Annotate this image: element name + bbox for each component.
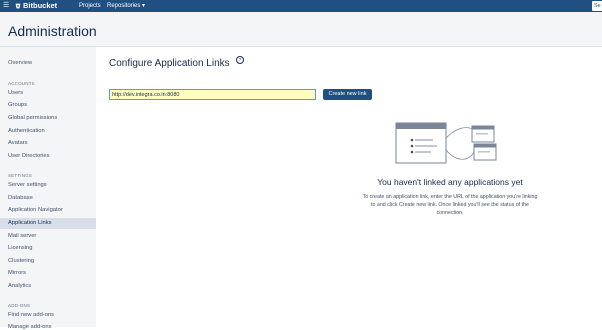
empty-state-description: To create an application link, enter the… xyxy=(362,194,538,216)
sidebar-item-analytics[interactable]: Analytics xyxy=(8,283,31,289)
sidebar-item-authentication[interactable]: Authentication xyxy=(8,128,45,134)
sidebar-item-application-navigator[interactable]: Application Navigator xyxy=(8,207,63,213)
sidebar-item-application-links[interactable]: Application Links xyxy=(8,220,52,226)
sidebar-item-overview[interactable]: Overview xyxy=(8,60,32,66)
link-curve-lower xyxy=(445,149,475,160)
sidebar-heading-add-ons: ADD-ONS xyxy=(8,303,31,308)
empty-state-title: You haven't linked any applications yet xyxy=(377,177,523,187)
sidebar-item-global-permissions[interactable]: Global permissions xyxy=(8,115,57,121)
menu-icon[interactable]: ☰ xyxy=(3,0,9,12)
application-url-input[interactable] xyxy=(109,89,316,100)
create-new-link-button[interactable]: Create new link xyxy=(323,89,372,100)
sidebar-heading-settings: SETTINGS xyxy=(8,173,33,178)
sidebar-item-groups[interactable]: Groups xyxy=(8,102,27,108)
page-title: Administration xyxy=(8,23,97,39)
sidebar-item-find-new-add-ons[interactable]: Find new add-ons xyxy=(8,312,54,318)
admin-sidebar: Overview ACCOUNTS Users Groups Global pe… xyxy=(0,47,96,330)
sidebar-item-mirrors[interactable]: Mirrors xyxy=(8,270,26,276)
top-navigation-bar: ☰ Bitbucket Projects Repositories ▾ Se xyxy=(0,0,602,12)
sidebar-item-mail-server[interactable]: Mail server xyxy=(8,233,36,239)
sidebar-item-database[interactable]: Database xyxy=(8,195,33,201)
sidebar-item-clustering[interactable]: Clustering xyxy=(8,258,34,264)
logo-text: Bitbucket xyxy=(23,1,58,10)
sidebar-heading-accounts: ACCOUNTS xyxy=(8,81,35,86)
nav-projects[interactable]: Projects xyxy=(79,0,101,12)
section-title: Configure Application Links xyxy=(109,58,230,69)
sidebar-item-server-settings[interactable]: Server settings xyxy=(8,182,47,188)
bitbucket-logo[interactable]: Bitbucket xyxy=(15,0,57,12)
search-input[interactable]: Se xyxy=(592,1,602,11)
page-header: Administration xyxy=(0,12,602,47)
sidebar-item-manage-add-ons[interactable]: Manage add-ons xyxy=(8,324,52,330)
sidebar-item-users[interactable]: Users xyxy=(8,90,23,96)
sidebar-item-user-directories[interactable]: User Directories xyxy=(8,153,50,159)
bitbucket-icon xyxy=(15,3,21,9)
nav-repositories[interactable]: Repositories ▾ xyxy=(107,0,145,12)
app-window-icon xyxy=(395,122,447,164)
application-links-illustration xyxy=(395,122,497,164)
help-icon[interactable]: ? xyxy=(236,56,244,64)
linked-window-icon xyxy=(471,125,497,161)
sidebar-item-licensing[interactable]: Licensing xyxy=(8,245,33,251)
sidebar-item-avatars[interactable]: Avatars xyxy=(8,140,28,146)
